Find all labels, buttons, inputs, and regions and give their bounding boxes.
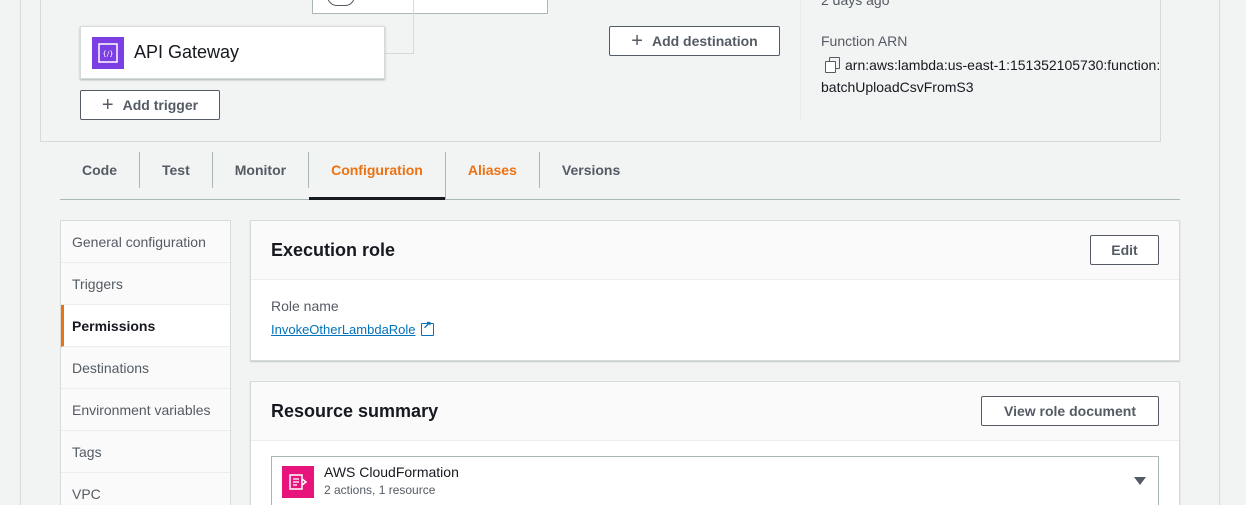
trigger-name: API Gateway [134, 42, 240, 62]
role-name-text: InvokeOtherLambdaRole [271, 322, 416, 337]
tab-configuration[interactable]: Configuration [309, 152, 446, 200]
resource-summary-container: Resource summary View role document AWS … [250, 381, 1180, 505]
sidenav-item-triggers[interactable]: Triggers [61, 263, 230, 305]
plus-icon: + [631, 30, 643, 52]
function-arn-value: arn:aws:lambda:us-east-1:151352105730:fu… [821, 54, 1166, 98]
resource-item-cloudformation[interactable]: AWS CloudFormation 2 actions, 1 resource [271, 456, 1159, 505]
sidenav-item-vpc[interactable]: VPC [61, 473, 230, 505]
sidenav-item-general-configuration[interactable]: General configuration [61, 221, 230, 263]
resource-summary-title: Resource summary [271, 400, 439, 421]
plus-icon: + [101, 94, 114, 116]
caret-down-icon[interactable] [1134, 477, 1146, 485]
add-destination-button[interactable]: + Add destination [609, 26, 780, 56]
configuration-side-nav: General configuration Triggers Permissio… [60, 220, 231, 505]
copy-icon[interactable] [825, 57, 841, 73]
add-trigger-button[interactable]: + Add trigger [80, 90, 220, 120]
resource-item-detail: 2 actions, 1 resource [324, 483, 436, 497]
tab-bar: Code Test Monitor Configuration Aliases … [60, 152, 1180, 200]
execution-role-container: Execution role Edit Role name InvokeOthe… [250, 220, 1180, 361]
tab-aliases[interactable]: Aliases [446, 152, 540, 188]
function-node-card[interactable] [312, 0, 548, 14]
resource-summary-header: Resource summary View role document [251, 382, 1179, 441]
api-gateway-icon: {/} [92, 36, 124, 69]
layers-icon [327, 0, 355, 6]
trigger-card-api-gateway[interactable]: {/} API Gateway [80, 26, 385, 79]
execution-role-header: Execution role Edit [251, 221, 1179, 280]
role-name-link[interactable]: InvokeOtherLambdaRole [271, 319, 434, 337]
tab-versions[interactable]: Versions [540, 152, 642, 188]
last-modified-value: 2 days ago [821, 0, 890, 8]
overview-divider [800, 0, 801, 120]
execution-role-title: Execution role [271, 239, 396, 260]
tab-monitor[interactable]: Monitor [213, 152, 310, 188]
function-arn-text: arn:aws:lambda:us-east-1:151352105730:fu… [821, 57, 1161, 95]
view-role-document-button[interactable]: View role document [981, 396, 1159, 426]
execution-role-body: Role name InvokeOtherLambdaRole [251, 280, 1179, 357]
function-arn-label: Function ARN [821, 33, 908, 49]
svg-text:{/}: {/} [102, 50, 113, 58]
connector-line [385, 0, 414, 54]
external-link-icon [420, 319, 434, 336]
add-trigger-label: Add trigger [122, 97, 199, 113]
sidenav-item-permissions[interactable]: Permissions [61, 305, 230, 347]
role-name-label: Role name [271, 298, 339, 314]
sidenav-item-environment-variables[interactable]: Environment variables [61, 389, 230, 431]
resource-item-name: AWS CloudFormation [324, 464, 459, 480]
sidenav-item-destinations[interactable]: Destinations [61, 347, 230, 389]
tab-code[interactable]: Code [60, 152, 140, 188]
sidenav-item-tags[interactable]: Tags [61, 431, 230, 473]
cloudformation-icon [282, 466, 314, 498]
add-destination-label: Add destination [651, 33, 758, 49]
edit-button[interactable]: Edit [1090, 235, 1159, 265]
tab-test[interactable]: Test [140, 152, 213, 188]
